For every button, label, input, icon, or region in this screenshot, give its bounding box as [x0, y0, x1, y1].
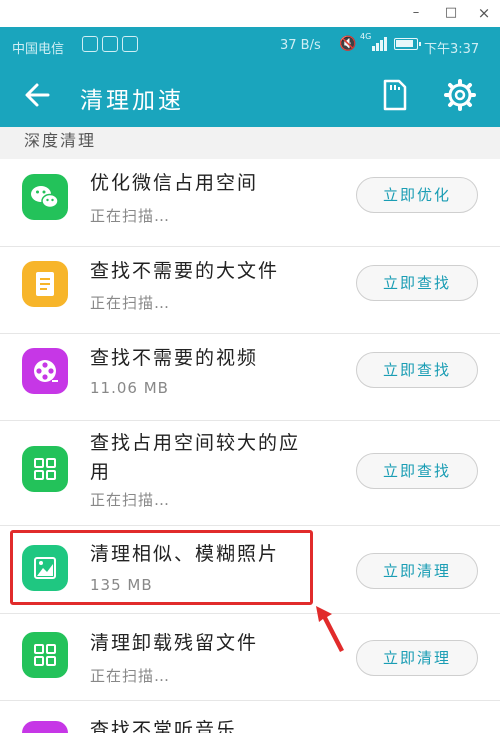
mute-icon: 🔇 [339, 36, 357, 52]
network-type-label: 4G [360, 32, 372, 41]
item-title: 查找不需要的视频 [90, 347, 259, 369]
notification-icons [82, 36, 138, 52]
item-subtitle: 正在扫描… [90, 491, 171, 509]
section-header: 深度清理 [0, 127, 500, 159]
item-title: 清理卸载残留文件 [90, 632, 259, 654]
status-bar: 中国电信 37 B/s 🔇 4G 下午3:37 [0, 27, 500, 65]
close-button[interactable]: × [473, 4, 495, 22]
clean-button[interactable]: 立即清理 [356, 640, 478, 676]
maximize-button[interactable]: □ [440, 4, 462, 22]
carrier-label: 中国电信 [12, 42, 65, 57]
item-title: 查找不常听音乐 [90, 719, 238, 733]
app-header: 中国电信 37 B/s 🔇 4G 下午3:37 清理加速 [0, 27, 500, 127]
document-icon [22, 261, 68, 307]
apps-grid-icon [22, 632, 68, 678]
list-item[interactable]: 查找不需要的视频 11.06 MB 立即查找 [0, 334, 500, 421]
sd-card-icon[interactable] [378, 77, 410, 113]
find-button[interactable]: 立即查找 [356, 265, 478, 301]
item-title: 查找占用空间较大的应用 [90, 432, 301, 483]
item-subtitle: 正在扫描… [90, 667, 171, 685]
list-item[interactable]: 清理卸载残留文件 正在扫描… 立即清理 [0, 614, 500, 701]
network-speed: 37 B/s [280, 38, 321, 53]
annotation-arrow [310, 600, 350, 656]
item-title: 优化微信占用空间 [90, 172, 259, 194]
item-subtitle: 正在扫描… [90, 207, 171, 225]
video-reel-icon [22, 348, 68, 394]
find-button[interactable]: 立即查找 [356, 453, 478, 489]
highlight-box [10, 530, 313, 605]
nav-row: 清理加速 [0, 71, 500, 121]
window-title-bar: – □ × [0, 0, 500, 27]
back-arrow-icon[interactable] [20, 77, 56, 113]
find-button[interactable]: 立即查找 [356, 352, 478, 388]
signal-icon: 4G [360, 32, 387, 51]
minimize-button[interactable]: – [405, 4, 427, 22]
music-icon [22, 721, 68, 733]
item-subtitle: 11.06 MB [90, 379, 169, 397]
wechat-icon [22, 174, 68, 220]
item-subtitle: 正在扫描… [90, 294, 171, 312]
clean-button[interactable]: 立即清理 [356, 553, 478, 589]
list-item[interactable]: 查找不常听音乐 [0, 701, 500, 733]
list-item[interactable]: 查找不需要的大文件 正在扫描… 立即查找 [0, 247, 500, 334]
notification-icon [82, 36, 98, 52]
notification-icon [102, 36, 118, 52]
battery-icon [394, 38, 421, 50]
optimize-button[interactable]: 立即优化 [356, 177, 478, 213]
page-title: 清理加速 [80, 88, 184, 114]
clock: 下午3:37 [424, 42, 480, 57]
list-item[interactable]: 查找占用空间较大的应用 正在扫描… 立即查找 [0, 421, 500, 526]
apps-grid-icon [22, 446, 68, 492]
notification-icon [122, 36, 138, 52]
item-title: 查找不需要的大文件 [90, 260, 280, 282]
list-item[interactable]: 优化微信占用空间 正在扫描… 立即优化 [0, 159, 500, 247]
section-title: 深度清理 [24, 131, 97, 150]
gear-icon[interactable] [442, 77, 478, 113]
